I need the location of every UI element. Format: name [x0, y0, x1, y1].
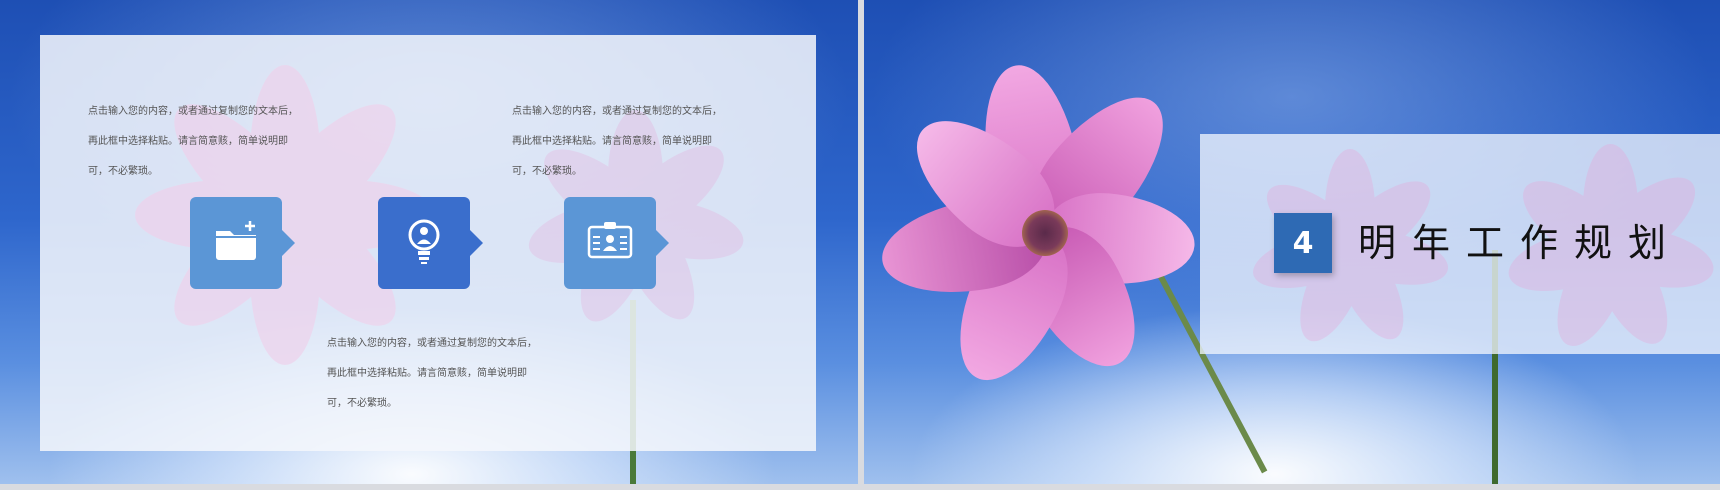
slide-icons-layout: 点击输入您的内容，或者通过复制您的文本后，再此框中选择粘贴。请言简意赅，简单说明…: [0, 0, 858, 484]
section-title: 明年工作规划: [1358, 221, 1683, 265]
folder-tile[interactable]: [190, 197, 282, 289]
pointer-arrow: [282, 230, 295, 256]
pointer-arrow: [656, 230, 669, 256]
section-number-badge: 4: [1274, 213, 1332, 273]
caption-text: 点击输入您的内容，或者通过复制您的文本后，再此框中选择粘贴。请言简意赅，简单说明…: [88, 106, 298, 177]
slide-section-title: 4 明年工作规划: [864, 0, 1720, 484]
id-card-icon: [584, 215, 636, 271]
content-panel: 点击输入您的内容，或者通过复制您的文本后，再此框中选择粘贴。请言简意赅，简单说明…: [40, 35, 816, 451]
pink-flower: [874, 57, 1199, 398]
lightbulb-icon: [398, 215, 450, 271]
pointer-arrow: [470, 230, 483, 256]
caption-text: 点击输入您的内容，或者通过复制您的文本后，再此框中选择粘贴。请言简意赅，简单说明…: [512, 106, 722, 177]
id-card-tile[interactable]: [564, 197, 656, 289]
flower-watermark: [1246, 149, 1454, 351]
caption-text: 点击输入您的内容，或者通过复制您的文本后，再此框中选择粘贴。请言简意赅，简单说明…: [327, 338, 537, 409]
folder-add-icon: [210, 215, 262, 271]
idea-tile[interactable]: [378, 197, 470, 289]
